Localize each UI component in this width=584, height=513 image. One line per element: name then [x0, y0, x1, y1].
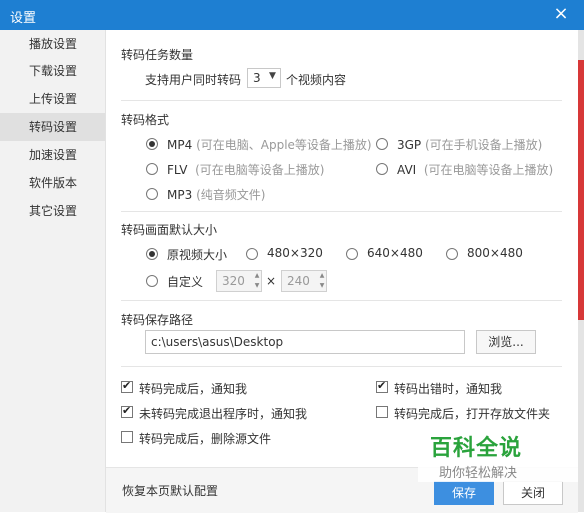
format-avi-label[interactable]: AVI (可在电脑等设备上播放): [397, 161, 553, 178]
divider: [121, 300, 562, 301]
watermark-slogan: 助你轻松解决: [439, 466, 518, 481]
notify-error-label[interactable]: 转码出错时，通知我: [394, 380, 502, 397]
browse-button[interactable]: 浏览...: [476, 330, 536, 354]
size-800x480-radio[interactable]: [446, 248, 458, 260]
notify-error-checkbox[interactable]: ✔: [376, 379, 388, 393]
notify-exit-label[interactable]: 未转码完成退出程序时，通知我: [139, 405, 307, 422]
size-original-label[interactable]: 原视频大小: [167, 246, 227, 263]
watermark-logo-text: 百科全说: [430, 436, 523, 461]
size-640x480-label[interactable]: 640×480: [367, 246, 423, 260]
open-folder-checkbox[interactable]: [376, 406, 388, 418]
divider: [121, 100, 562, 101]
sidebar-item-playback[interactable]: 播放设置: [0, 30, 105, 58]
size-640x480-radio[interactable]: [346, 248, 358, 260]
task-count-value: 3: [253, 71, 261, 85]
save-path-input[interactable]: c:\users\asus\Desktop: [145, 330, 465, 354]
custom-width-value: 320: [222, 274, 245, 288]
delete-source-label[interactable]: 转码完成后，删除源文件: [139, 430, 271, 447]
reset-defaults-link[interactable]: 恢复本页默认配置: [122, 482, 218, 499]
chevron-down-icon: ▼: [269, 71, 276, 81]
notify-exit-checkbox[interactable]: ✔: [121, 404, 133, 418]
arrow-up-icon[interactable]: ▲: [317, 271, 327, 281]
custom-height-value: 240: [287, 274, 310, 288]
window-title: 设置: [10, 11, 37, 26]
format-flv-label[interactable]: FLV (可在电脑等设备上播放): [167, 161, 325, 178]
arrow-up-icon[interactable]: ▲: [252, 271, 262, 281]
notify-complete-label[interactable]: 转码完成后，通知我: [139, 380, 247, 397]
times-sign: ×: [266, 274, 277, 288]
size-480x320-label[interactable]: 480×320: [267, 246, 323, 260]
format-mp4-label[interactable]: MP4 (可在电脑、Apple等设备上播放): [167, 136, 372, 153]
sidebar: 播放设置 下载设置 上传设置 转码设置 加速设置 软件版本 其它设置: [0, 30, 106, 512]
task-count-select[interactable]: 3 ▼: [247, 68, 281, 88]
sidebar-item-version[interactable]: 软件版本: [0, 169, 105, 197]
format-mp3-radio[interactable]: [146, 188, 158, 200]
delete-source-checkbox[interactable]: [121, 431, 133, 443]
format-3gp-radio[interactable]: [376, 138, 388, 150]
close-icon[interactable]: ×: [551, 4, 571, 24]
arrow-down-icon[interactable]: ▼: [317, 281, 327, 291]
arrow-down-icon[interactable]: ▼: [252, 281, 262, 291]
task-count-prefix: 支持用户同时转码: [145, 73, 242, 87]
format-avi-radio[interactable]: [376, 163, 388, 175]
size-title: 转码画面默认大小: [121, 223, 218, 237]
sidebar-item-download[interactable]: 下载设置: [0, 57, 105, 85]
sidebar-item-acceleration[interactable]: 加速设置: [0, 141, 105, 169]
format-flv-radio[interactable]: [146, 163, 158, 175]
task-count-suffix: 个视频内容: [286, 73, 347, 87]
title-bar: [0, 0, 584, 30]
task-count-title: 转码任务数量: [121, 48, 194, 62]
custom-height-stepper[interactable]: 240 ▲ ▼: [281, 270, 327, 292]
background-edge-strip: [578, 60, 584, 320]
close-button[interactable]: 关闭: [503, 481, 563, 505]
sidebar-item-upload[interactable]: 上传设置: [0, 85, 105, 113]
size-custom-label[interactable]: 自定义: [167, 273, 203, 290]
size-original-radio[interactable]: [146, 248, 158, 260]
divider: [121, 211, 562, 212]
format-title: 转码格式: [121, 113, 170, 127]
format-mp3-label[interactable]: MP3 (纯音频文件): [167, 186, 265, 203]
sidebar-item-other[interactable]: 其它设置: [0, 197, 105, 225]
save-path-title: 转码保存路径: [121, 313, 194, 327]
sidebar-item-transcode[interactable]: 转码设置: [0, 113, 105, 141]
size-800x480-label[interactable]: 800×480: [467, 246, 523, 260]
divider: [121, 366, 562, 367]
notify-complete-checkbox[interactable]: ✔: [121, 379, 133, 393]
format-3gp-label[interactable]: 3GP (可在手机设备上播放): [397, 136, 542, 153]
save-path-value: c:\users\asus\Desktop: [151, 335, 284, 349]
open-folder-label[interactable]: 转码完成后，打开存放文件夹: [394, 405, 550, 422]
size-480x320-radio[interactable]: [246, 248, 258, 260]
size-custom-radio[interactable]: [146, 275, 158, 287]
format-mp4-radio[interactable]: [146, 138, 158, 150]
custom-width-stepper[interactable]: 320 ▲ ▼: [216, 270, 262, 292]
save-button[interactable]: 保存: [434, 481, 494, 505]
